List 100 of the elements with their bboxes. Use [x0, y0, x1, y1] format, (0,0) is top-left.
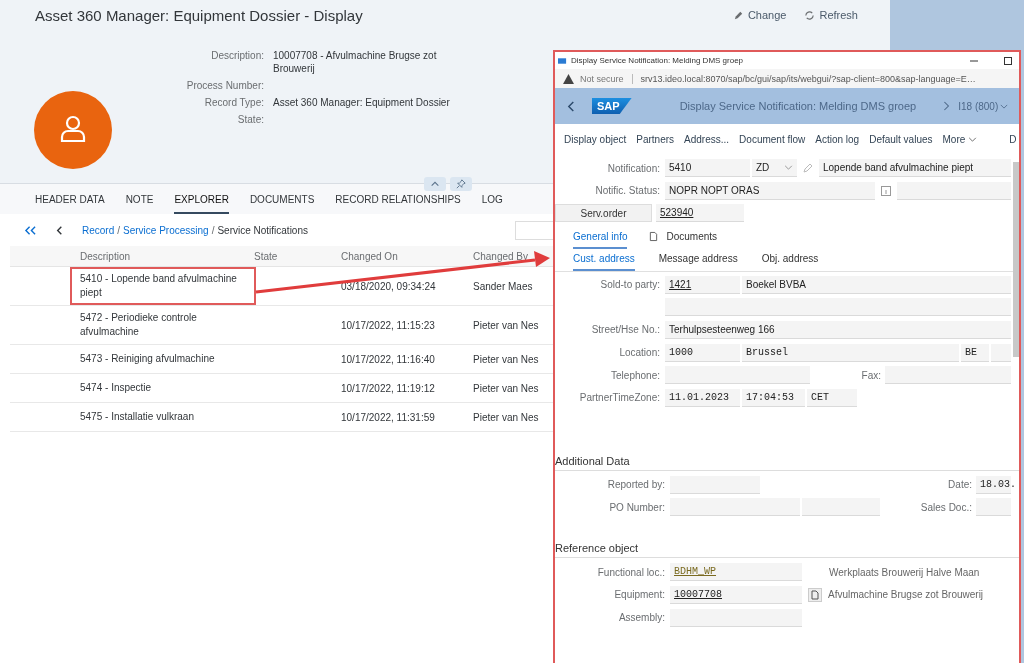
pencil-icon[interactable] — [802, 162, 814, 174]
input-field[interactable]: 17:04:53 — [742, 388, 805, 407]
url-text[interactable]: srv13.ideo.local:8070/sap/bc/gui/sap/its/webgui/?sap-client=800&sap-language=E… — [640, 73, 976, 84]
table-cell: Pieter van Nes — [473, 411, 539, 423]
tab[interactable]: HEADER DATA — [35, 184, 105, 214]
table-cell-text: 5473 - Reiniging afvulmachine — [79, 352, 216, 366]
table-cell-text: 5472 - Periodieke controle afvulmachine — [79, 311, 198, 339]
toolbar-button[interactable]: Action log — [815, 133, 860, 145]
input-field[interactable] — [991, 343, 1011, 362]
field-label: Assembly: — [617, 612, 665, 624]
input-field[interactable]: BE — [961, 343, 989, 362]
breadcrumb-separator: / — [211, 224, 215, 236]
field-value: 10007708 - Afvulmachine Brugse zot Brouwerij — [273, 49, 438, 75]
breadcrumb-link[interactable]: Service Processing — [123, 224, 209, 236]
toolbar-button[interactable]: Partners — [636, 133, 675, 145]
section-title: Reference object — [555, 542, 1019, 559]
field-label: Fax: — [860, 369, 881, 381]
info-icon[interactable] — [880, 184, 892, 197]
field-label: Date: — [947, 479, 972, 491]
scrollbar[interactable] — [1013, 162, 1019, 357]
tab[interactable]: Documents — [649, 226, 718, 249]
tab[interactable]: Cust. address — [573, 248, 635, 271]
dropdown[interactable]: ZD — [752, 159, 797, 177]
input-field[interactable]: 1421 — [665, 275, 740, 294]
field-label: Description: — [210, 49, 264, 63]
input-field[interactable] — [670, 475, 760, 494]
field-label: Sales Doc.: — [919, 501, 972, 513]
chevron-up-icon — [430, 179, 440, 189]
tab[interactable]: LOG — [481, 184, 503, 214]
field-label: Telephone: — [610, 369, 660, 381]
input-field[interactable] — [665, 298, 1011, 317]
caret-icon — [784, 165, 793, 170]
tab[interactable]: DOCUMENTS — [249, 184, 315, 214]
toolbar-button[interactable]: D — [1009, 133, 1017, 145]
toolbar-button[interactable]: Document flow — [739, 133, 806, 145]
column-header: State — [254, 250, 279, 262]
breadcrumb-link[interactable]: Record — [82, 224, 115, 236]
field-value: Werkplaats Brouwerij Halve Maan — [829, 566, 980, 578]
input-field[interactable]: 5410 — [665, 159, 750, 177]
forward-icon[interactable] — [942, 100, 951, 112]
pin-icon — [456, 179, 466, 189]
toolbar-button[interactable]: Display object — [564, 133, 627, 145]
input-field[interactable]: 523940 — [656, 204, 744, 223]
field-value: Afvulmachine Brugse zot Brouwerij — [828, 589, 984, 601]
refresh-icon — [804, 9, 816, 21]
field-label: Process Number: — [185, 79, 264, 92]
input-field[interactable] — [897, 181, 1011, 200]
input-field[interactable]: Boekel BVBA — [742, 275, 1011, 294]
action-button[interactable]: Change — [730, 7, 789, 23]
page-title: Asset 360 Manager: Equipment Dossier - Display — [35, 6, 363, 24]
table-cell-text: 03/18/2020, 09:34:24 — [341, 280, 437, 292]
pin-button[interactable] — [450, 177, 472, 191]
toolbar-button[interactable]: Default values — [869, 133, 933, 145]
field-label: PartnerTimeZone: — [578, 392, 660, 404]
input-field[interactable] — [670, 498, 800, 517]
toolbar-button[interactable]: More — [942, 133, 978, 145]
input-field[interactable]: BDHM_WP — [670, 563, 802, 582]
table-cell: Pieter van Nes — [473, 382, 539, 394]
tab[interactable]: General info — [573, 226, 628, 249]
maximize-icon[interactable] — [1003, 55, 1013, 66]
input-field[interactable] — [802, 498, 880, 517]
input-field[interactable]: Lopende band afvulmachine piept — [819, 159, 1011, 177]
field-label: Record Type: — [203, 96, 264, 109]
tab[interactable]: Message address — [658, 248, 738, 271]
tab[interactable]: Obj. address — [761, 248, 819, 271]
column-header: Description — [79, 250, 132, 262]
field-label: Street/Hse No.: — [590, 324, 660, 336]
field-label: Notific. Status: — [594, 185, 660, 197]
tab[interactable]: RECORD RELATIONSHIPS — [335, 184, 461, 214]
table-cell-text: 5474 - Inspectie — [79, 381, 153, 395]
table-cell: Pieter van Nes — [473, 319, 539, 331]
collapse-button[interactable] — [424, 177, 446, 191]
table-cell: Pieter van Nes — [473, 353, 539, 365]
input-field[interactable] — [665, 366, 810, 385]
security-label: Not secure — [580, 73, 633, 84]
service-order-button[interactable]: Serv.order — [555, 204, 652, 223]
input-field[interactable]: Terhulpsesteenweg 166 — [665, 320, 1011, 339]
field-label: State: — [236, 113, 264, 126]
input-field[interactable] — [976, 498, 1011, 517]
input-field[interactable]: 1000 — [665, 343, 740, 362]
input-field[interactable]: NOPR NOPT ORAS — [665, 181, 875, 200]
caret-icon — [1000, 103, 1009, 109]
pencil-icon — [732, 9, 744, 21]
table-cell-text: 10/17/2022, 11:15:23 — [341, 319, 436, 331]
input-field[interactable]: Brussel — [742, 343, 959, 362]
breadcrumb-separator: / — [117, 224, 121, 236]
action-button[interactable]: Refresh — [802, 7, 860, 23]
document-icon[interactable] — [808, 587, 822, 602]
input-field[interactable]: CET — [807, 388, 857, 407]
input-field[interactable]: 10007708 — [670, 585, 802, 604]
field-label: PO Number: — [608, 501, 665, 513]
breadcrumb-current: Service Notifications — [217, 224, 308, 236]
double-chevron-icon[interactable] — [24, 224, 37, 236]
tab[interactable]: NOTE — [125, 184, 154, 214]
toolbar-button[interactable]: Address... — [684, 133, 730, 145]
input-field[interactable] — [670, 608, 802, 627]
app-icon — [558, 56, 567, 65]
field-label: Location: — [618, 347, 660, 359]
input-field[interactable]: 11.01.2023 — [665, 388, 740, 407]
input-field[interactable] — [885, 366, 1011, 385]
